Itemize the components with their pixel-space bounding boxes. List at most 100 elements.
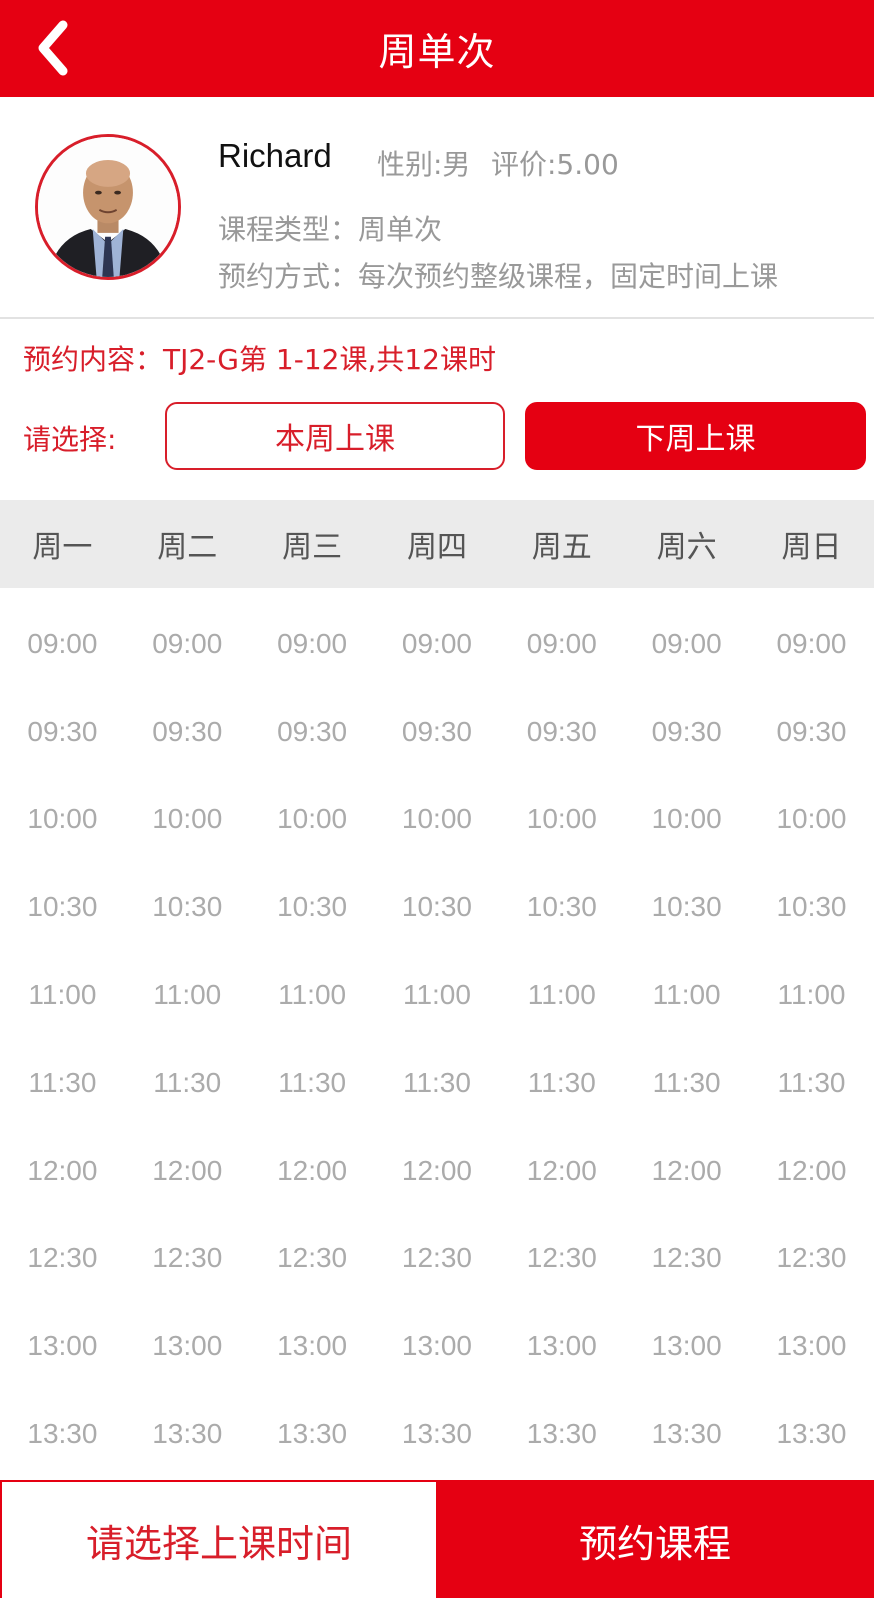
time-slot[interactable]: 13:30 [749,1390,874,1478]
selected-time-display[interactable]: 请选择上课时间 [0,1482,436,1598]
time-slot[interactable]: 09:00 [125,600,250,688]
time-slot[interactable]: 11:00 [250,951,375,1039]
time-slot[interactable]: 10:00 [375,776,500,864]
time-slot[interactable]: 10:30 [499,863,624,951]
page-title: 周单次 [378,30,496,74]
time-slot[interactable]: 13:00 [749,1302,874,1390]
teacher-gender: 性别:男 [377,148,471,181]
bottom-action-bar: 请选择上课时间 预约课程 [0,1480,874,1598]
time-slot[interactable]: 12:30 [250,1215,375,1303]
teacher-rating: 评价:5.00 [491,148,619,181]
time-slot[interactable]: 12:30 [499,1215,624,1303]
time-slot[interactable]: 13:30 [375,1390,500,1478]
weekday-header: 周一 周二 周三 周四 周五 周六 周日 [0,500,874,588]
time-slot[interactable]: 12:00 [749,1127,874,1215]
time-slot[interactable]: 12:00 [250,1127,375,1215]
time-slot[interactable]: 09:30 [250,688,375,776]
time-slot[interactable]: 12:00 [375,1127,500,1215]
time-slot[interactable]: 12:00 [125,1127,250,1215]
time-slot[interactable]: 11:00 [125,951,250,1039]
teacher-avatar [35,134,181,280]
time-slot[interactable]: 10:00 [250,776,375,864]
weekday-tue: 周二 [157,530,218,565]
time-slot[interactable]: 09:30 [624,688,749,776]
time-slot[interactable]: 11:30 [125,1039,250,1127]
time-slot[interactable]: 11:30 [749,1039,874,1127]
time-slot[interactable]: 09:30 [499,688,624,776]
time-slot[interactable]: 11:30 [624,1039,749,1127]
time-slot[interactable]: 12:00 [0,1127,125,1215]
time-slot[interactable]: 10:00 [499,776,624,864]
time-slot[interactable]: 11:00 [0,951,125,1039]
time-slot[interactable]: 13:00 [250,1302,375,1390]
time-slot[interactable]: 09:30 [375,688,500,776]
time-slot[interactable]: 13:00 [375,1302,500,1390]
time-slot[interactable]: 12:30 [624,1215,749,1303]
time-slot-row: 13:00 13:00 13:00 13:00 13:00 13:00 13:00 [0,1302,874,1390]
time-slot[interactable]: 10:00 [0,776,125,864]
time-slot[interactable]: 11:30 [375,1039,500,1127]
time-slot[interactable]: 13:30 [0,1390,125,1478]
time-slot[interactable]: 12:00 [499,1127,624,1215]
weekday-mon: 周一 [32,530,93,565]
time-slot[interactable]: 10:30 [624,863,749,951]
time-slot-grid: 09:00 09:00 09:00 09:00 09:00 09:00 09:00 09:30… [0,600,874,1478]
time-slot[interactable]: 12:30 [749,1215,874,1303]
teacher-name: Richard [218,137,332,174]
time-slot[interactable]: 10:30 [125,863,250,951]
time-slot[interactable]: 11:00 [749,951,874,1039]
weekday-sun: 周日 [781,530,842,565]
time-slot[interactable]: 11:00 [624,951,749,1039]
book-course-button[interactable]: 预约课程 [436,1482,874,1598]
time-slot-row: 09:00 09:00 09:00 09:00 09:00 09:00 09:00 [0,600,874,688]
time-slot-row: 12:30 12:30 12:30 12:30 12:30 12:30 12:30 [0,1215,874,1303]
time-slot[interactable]: 13:30 [250,1390,375,1478]
booking-content: 预约内容：TJ2-G第 1-12课,共12课时 [23,343,496,376]
time-slot[interactable]: 13:30 [125,1390,250,1478]
time-slot[interactable]: 11:00 [375,951,500,1039]
weekday-fri: 周五 [531,530,592,565]
time-slot[interactable]: 12:00 [624,1127,749,1215]
time-slot-row: 11:30 11:30 11:30 11:30 11:30 11:30 11:30 [0,1039,874,1127]
next-week-button[interactable]: 下周上课 [525,402,866,470]
teacher-profile: Richard 性别:男 评价:5.00 课程类型：周单次 预约方式：每次预约整… [0,97,874,319]
time-slot[interactable]: 11:30 [250,1039,375,1127]
time-slot[interactable]: 12:30 [375,1215,500,1303]
time-slot[interactable]: 13:30 [499,1390,624,1478]
time-slot[interactable]: 09:30 [0,688,125,776]
time-slot[interactable]: 13:00 [624,1302,749,1390]
time-slot[interactable]: 09:00 [375,600,500,688]
time-slot[interactable]: 10:30 [0,863,125,951]
time-slot[interactable]: 09:00 [250,600,375,688]
time-slot[interactable]: 09:30 [125,688,250,776]
app-header: 周单次 [0,0,874,97]
select-label: 请选择: [23,423,117,456]
time-slot[interactable]: 09:00 [0,600,125,688]
booking-mode: 预约方式：每次预约整级课程，固定时间上课 [218,260,779,293]
time-slot[interactable]: 11:30 [0,1039,125,1127]
time-slot[interactable]: 09:00 [624,600,749,688]
time-slot[interactable]: 13:00 [499,1302,624,1390]
weekday-sat: 周六 [656,530,717,565]
time-slot[interactable]: 13:30 [624,1390,749,1478]
this-week-button[interactable]: 本周上课 [165,402,505,470]
time-slot[interactable]: 09:00 [499,600,624,688]
time-slot[interactable]: 13:00 [125,1302,250,1390]
time-slot[interactable]: 10:00 [624,776,749,864]
time-slot-row: 10:00 10:00 10:00 10:00 10:00 10:00 10:00 [0,776,874,864]
time-slot[interactable]: 11:30 [499,1039,624,1127]
time-slot-row: 10:30 10:30 10:30 10:30 10:30 10:30 10:30 [0,863,874,951]
time-slot-row: 11:00 11:00 11:00 11:00 11:00 11:00 11:00 [0,951,874,1039]
course-type: 课程类型：周单次 [218,213,443,246]
time-slot[interactable]: 10:30 [250,863,375,951]
time-slot[interactable]: 13:00 [0,1302,125,1390]
time-slot[interactable]: 10:30 [749,863,874,951]
time-slot[interactable]: 09:00 [749,600,874,688]
time-slot[interactable]: 11:00 [499,951,624,1039]
time-slot[interactable]: 12:30 [0,1215,125,1303]
time-slot[interactable]: 12:30 [125,1215,250,1303]
time-slot[interactable]: 09:30 [749,688,874,776]
time-slot[interactable]: 10:00 [749,776,874,864]
time-slot[interactable]: 10:00 [125,776,250,864]
time-slot[interactable]: 10:30 [375,863,500,951]
